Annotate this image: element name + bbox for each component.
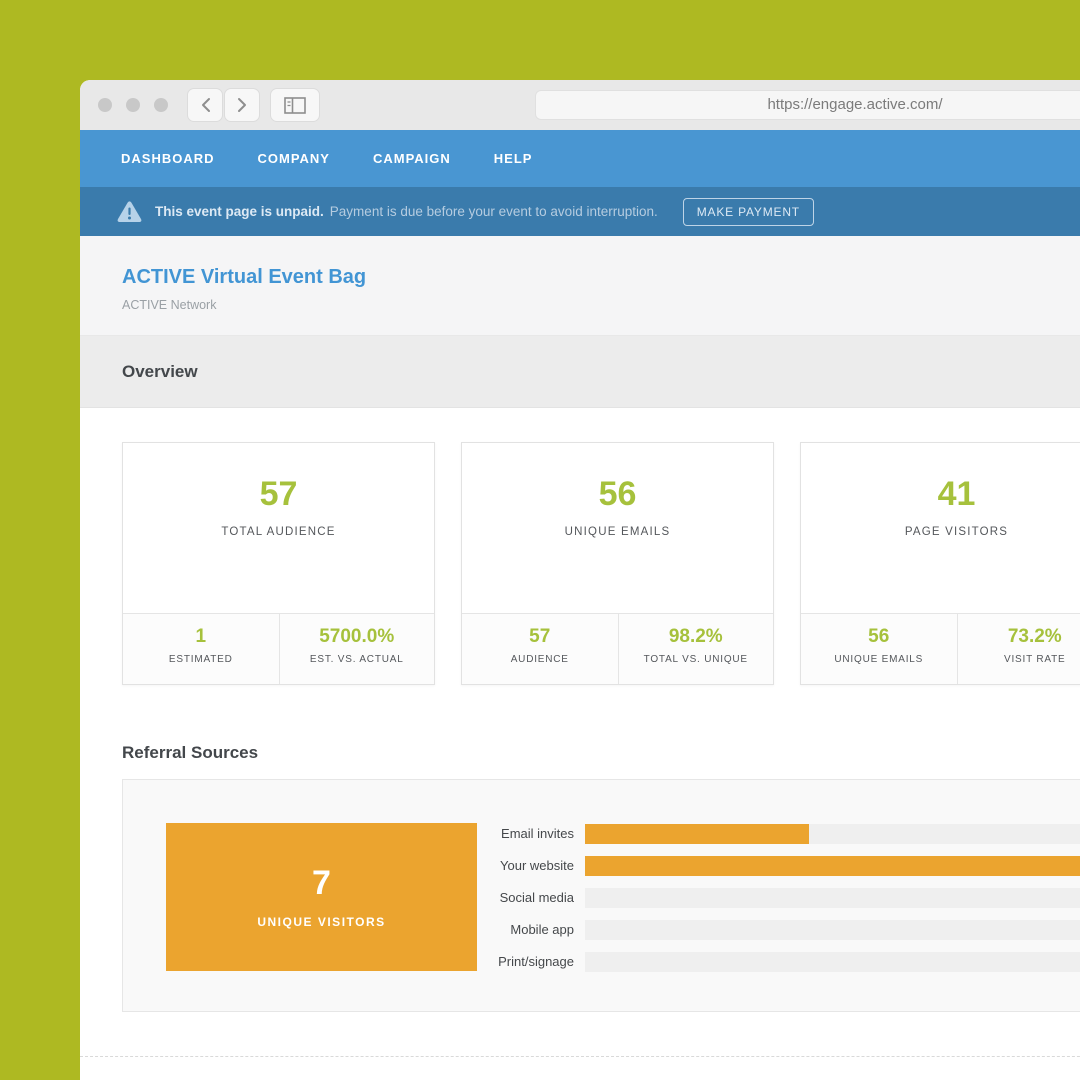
referral-bar-row: Mobile app (123, 914, 1080, 946)
main-navbar: DASHBOARD COMPANY CAMPAIGN HELP (80, 130, 1080, 187)
referral-bar-track (585, 856, 1080, 876)
warning-icon (117, 201, 142, 223)
referral-bar-track (585, 952, 1080, 972)
substat-value: 57 (462, 627, 618, 646)
stat-card-unique-emails: 56 UNIQUE EMAILS 57 AUDIENCE 98.2% TOTAL… (461, 442, 774, 685)
referral-bar-row: Your website (123, 850, 1080, 882)
stat-label: PAGE VISITORS (801, 526, 1080, 538)
back-button[interactable] (187, 88, 223, 122)
stat-label: UNIQUE EMAILS (462, 526, 773, 538)
substat-label: EST. VS. ACTUAL (280, 654, 435, 665)
referral-bar-track (585, 920, 1080, 940)
referral-bar-chart: Email invites Your website Social media (123, 818, 1080, 978)
referral-bar-label: Mobile app (123, 914, 574, 946)
make-payment-button[interactable]: MAKE PAYMENT (683, 198, 814, 226)
referral-bar-track (585, 888, 1080, 908)
stat-card-main: 57 TOTAL AUDIENCE (123, 443, 434, 613)
stat-card-substats: 56 UNIQUE EMAILS 73.2% VISIT RATE (801, 613, 1080, 684)
page-subtitle: ACTIVE Network (122, 298, 1080, 312)
nav-item-campaign[interactable]: CAMPAIGN (373, 151, 451, 166)
substat-cell: 5700.0% EST. VS. ACTUAL (279, 614, 435, 684)
close-window-button[interactable] (98, 98, 112, 112)
stat-card-substats: 1 ESTIMATED 5700.0% EST. VS. ACTUAL (123, 613, 434, 684)
referral-bar-label: Email invites (123, 818, 574, 850)
substat-cell: 98.2% TOTAL VS. UNIQUE (618, 614, 774, 684)
overview-section-header: Overview (80, 336, 1080, 408)
substat-value: 5700.0% (280, 627, 435, 646)
referral-bar-label: Print/signage (123, 946, 574, 978)
unpaid-alert-banner: This event page is unpaid. Payment is du… (80, 187, 1080, 236)
alert-bold-text: This event page is unpaid. (155, 204, 324, 219)
bottom-divider (80, 1056, 1080, 1057)
maximize-window-button[interactable] (154, 98, 168, 112)
nav-item-company[interactable]: COMPANY (258, 151, 330, 166)
referral-bar-row: Print/signage (123, 946, 1080, 978)
substat-label: VISIT RATE (958, 654, 1080, 665)
referral-bar-fill (585, 856, 1080, 876)
substat-value: 1 (123, 627, 279, 646)
back-icon (200, 97, 211, 113)
substat-cell: 56 UNIQUE EMAILS (801, 614, 957, 684)
referral-bar-row: Email invites (123, 818, 1080, 850)
substat-value: 98.2% (619, 627, 774, 646)
referral-bar-row: Social media (123, 882, 1080, 914)
stat-card-main: 41 PAGE VISITORS (801, 443, 1080, 613)
stat-value: 56 (462, 477, 773, 511)
alert-body-text: Payment is due before your event to avoi… (330, 204, 658, 219)
stat-cards-row: 57 TOTAL AUDIENCE 1 ESTIMATED 5700.0% ES… (122, 442, 1080, 685)
substat-cell: 73.2% VISIT RATE (957, 614, 1080, 684)
substat-label: TOTAL VS. UNIQUE (619, 654, 774, 665)
stat-card-total-audience: 57 TOTAL AUDIENCE 1 ESTIMATED 5700.0% ES… (122, 442, 435, 685)
stat-card-substats: 57 AUDIENCE 98.2% TOTAL VS. UNIQUE (462, 613, 773, 684)
page-header: ACTIVE Virtual Event Bag ACTIVE Network (80, 236, 1080, 336)
sidebar-icon (284, 97, 306, 114)
referral-bar-label: Your website (123, 850, 574, 882)
address-bar[interactable]: https://engage.active.com/ (535, 90, 1080, 120)
stat-value: 57 (123, 477, 434, 511)
stat-card-main: 56 UNIQUE EMAILS (462, 443, 773, 613)
substat-value: 56 (801, 627, 957, 646)
substat-value: 73.2% (958, 627, 1080, 646)
substat-cell: 57 AUDIENCE (462, 614, 618, 684)
nav-item-help[interactable]: HELP (494, 151, 533, 166)
forward-button[interactable] (224, 88, 260, 122)
referral-bar-label: Social media (123, 882, 574, 914)
substat-label: ESTIMATED (123, 654, 279, 665)
browser-chrome: https://engage.active.com/ (80, 80, 1080, 130)
substat-label: AUDIENCE (462, 654, 618, 665)
stat-label: TOTAL AUDIENCE (123, 526, 434, 538)
main-content: 57 TOTAL AUDIENCE 1 ESTIMATED 5700.0% ES… (80, 408, 1080, 1012)
forward-icon (237, 97, 248, 113)
substat-cell: 1 ESTIMATED (123, 614, 279, 684)
stat-value: 41 (801, 477, 1080, 511)
nav-item-dashboard[interactable]: DASHBOARD (121, 151, 215, 166)
referral-sources-panel: 7 UNIQUE VISITORS Email invites Your web… (122, 779, 1080, 1012)
sidebar-toggle-button[interactable] (270, 88, 320, 122)
minimize-window-button[interactable] (126, 98, 140, 112)
substat-label: UNIQUE EMAILS (801, 654, 957, 665)
referral-bar-fill (585, 824, 809, 844)
referral-sources-title: Referral Sources (122, 743, 1080, 763)
stat-card-page-visitors: 41 PAGE VISITORS 56 UNIQUE EMAILS 73.2% … (800, 442, 1080, 685)
referral-bar-track (585, 824, 1080, 844)
page-title[interactable]: ACTIVE Virtual Event Bag (122, 266, 1080, 289)
desktop-background: https://engage.active.com/ DASHBOARD COM… (0, 0, 1080, 1080)
overview-section-title: Overview (122, 362, 198, 382)
browser-window: https://engage.active.com/ DASHBOARD COM… (80, 80, 1080, 1080)
